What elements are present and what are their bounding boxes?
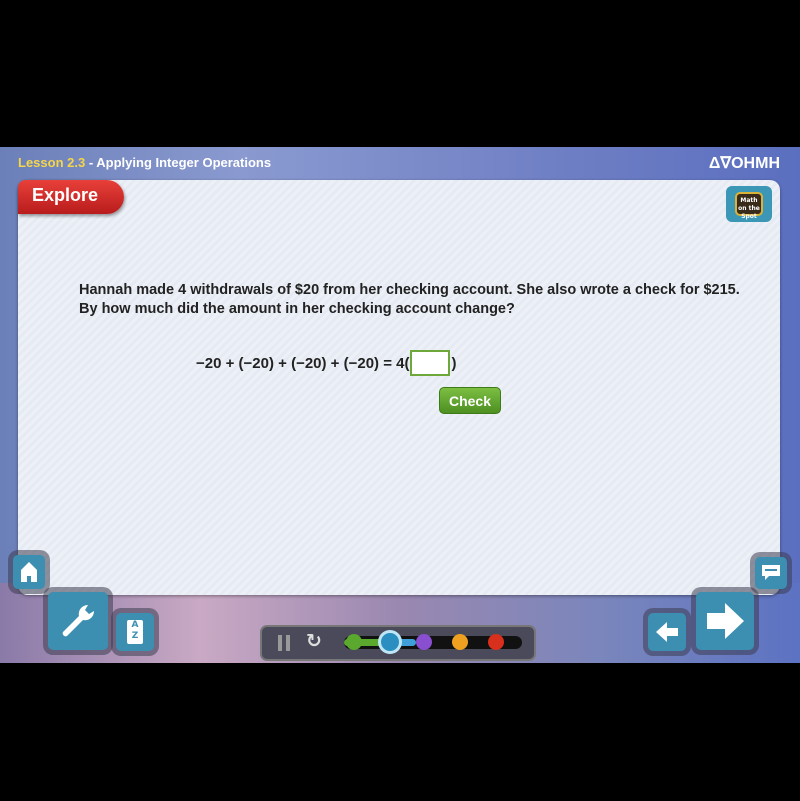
pause-icon[interactable] — [278, 635, 290, 651]
check-button[interactable]: Check — [439, 387, 501, 414]
progress-step-3[interactable] — [416, 634, 432, 650]
progress-scrubber[interactable]: ↻ — [262, 627, 534, 659]
question-text: Hannah made 4 withdrawals of $20 from he… — [79, 282, 740, 317]
next-button[interactable] — [696, 592, 754, 650]
lesson-app: Lesson 2.3 - Applying Integer Operations… — [0, 147, 800, 663]
tools-button[interactable] — [48, 592, 108, 650]
progress-step-1[interactable] — [346, 634, 362, 650]
explore-tab: Explore — [18, 180, 124, 214]
progress-step-5[interactable] — [488, 634, 504, 650]
progress-step-2[interactable] — [378, 630, 402, 654]
wrench-icon — [62, 604, 95, 637]
home-button[interactable] — [13, 555, 45, 589]
arrow-left-icon — [656, 622, 678, 642]
progress-track[interactable] — [344, 630, 522, 654]
glossary-button[interactable]: A Z — [116, 613, 154, 651]
lesson-title: Lesson 2.3 - Applying Integer Operations — [18, 155, 272, 170]
answer-input[interactable] — [410, 350, 451, 376]
home-icon — [21, 562, 37, 582]
back-button[interactable] — [648, 613, 686, 651]
glossary-icon: A Z — [127, 620, 143, 644]
arrow-right-icon — [707, 603, 744, 639]
math-on-the-spot-icon: Math on the Spot — [735, 192, 763, 220]
math-on-the-spot-button[interactable]: Math on the Spot — [726, 186, 772, 222]
replay-icon[interactable]: ↻ — [306, 630, 322, 652]
content-panel: Explore Math on the Spot Hannah made 4 wit… — [18, 180, 780, 595]
hmh-logo: Δ∇OHMH — [708, 155, 780, 172]
progress-step-4[interactable] — [452, 634, 468, 650]
equation: −20 + (−20) + (−20) + (−20) = 4() — [196, 350, 456, 376]
comment-button[interactable] — [755, 557, 787, 589]
comment-icon — [762, 565, 780, 580]
